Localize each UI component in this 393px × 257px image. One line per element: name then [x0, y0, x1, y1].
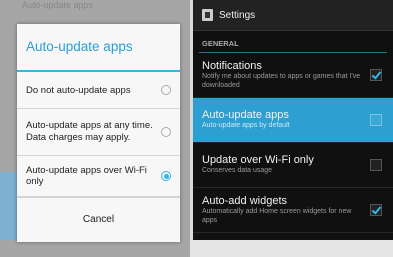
- section-header-general: GENERAL: [199, 39, 387, 53]
- radio-button-selected[interactable]: [161, 171, 171, 181]
- pref-update-over-wifi-only[interactable]: Update over Wi-Fi only Conserves data us…: [193, 143, 393, 188]
- cancel-button[interactable]: Cancel: [17, 197, 180, 242]
- right-phone-screen: Settings GENERAL Notifications Notify me…: [193, 0, 393, 240]
- option-label: Do not auto-update apps: [26, 84, 131, 96]
- pref-title: Auto-add widgets: [202, 195, 287, 207]
- settings-app-icon[interactable]: [202, 9, 213, 21]
- auto-update-dialog: Auto-update apps Do not auto-update apps…: [17, 24, 180, 242]
- pref-summary: Notify me about updates to apps or games…: [202, 73, 361, 89]
- pref-title: Auto-update apps: [202, 109, 289, 122]
- pref-title: Notifications: [202, 60, 262, 72]
- dialog-title: Auto-update apps: [17, 24, 180, 72]
- checkbox-checked[interactable]: [370, 204, 382, 216]
- pref-notifications[interactable]: Notifications Notify me about updates to…: [193, 53, 393, 98]
- option-auto-update-any-time[interactable]: Auto-update apps at any time. Data charg…: [17, 109, 180, 156]
- radio-button[interactable]: [161, 127, 171, 137]
- left-phone-screen: Auto-update apps Auto-update apps Do not…: [0, 0, 190, 257]
- pref-title: Update over Wi-Fi only: [202, 154, 314, 167]
- action-bar-title: Settings: [219, 9, 256, 21]
- radio-button[interactable]: [161, 85, 171, 95]
- option-do-not-auto-update[interactable]: Do not auto-update apps: [17, 72, 180, 109]
- option-label: Auto-update apps at any time. Data charg…: [26, 120, 153, 143]
- option-label: Auto-update apps over Wi-Fi only: [26, 165, 147, 187]
- pref-auto-update-apps[interactable]: Auto-update apps Auto-update apps by def…: [193, 98, 393, 143]
- checkbox[interactable]: [370, 159, 382, 171]
- checkbox-checked[interactable]: [370, 69, 382, 81]
- pref-summary: Conserves data usage: [202, 167, 273, 175]
- pref-auto-add-widgets[interactable]: Auto-add widgets Automatically add Home …: [193, 188, 393, 233]
- bottom-edge: [190, 240, 393, 257]
- checkbox[interactable]: [370, 114, 382, 126]
- pref-summary: Auto-update apps by default: [202, 122, 290, 130]
- option-auto-update-wifi-only[interactable]: Auto-update apps over Wi-Fi only: [17, 156, 180, 197]
- pref-summary: Automatically add Home screen widgets fo…: [202, 208, 352, 224]
- action-bar: Settings: [193, 0, 393, 31]
